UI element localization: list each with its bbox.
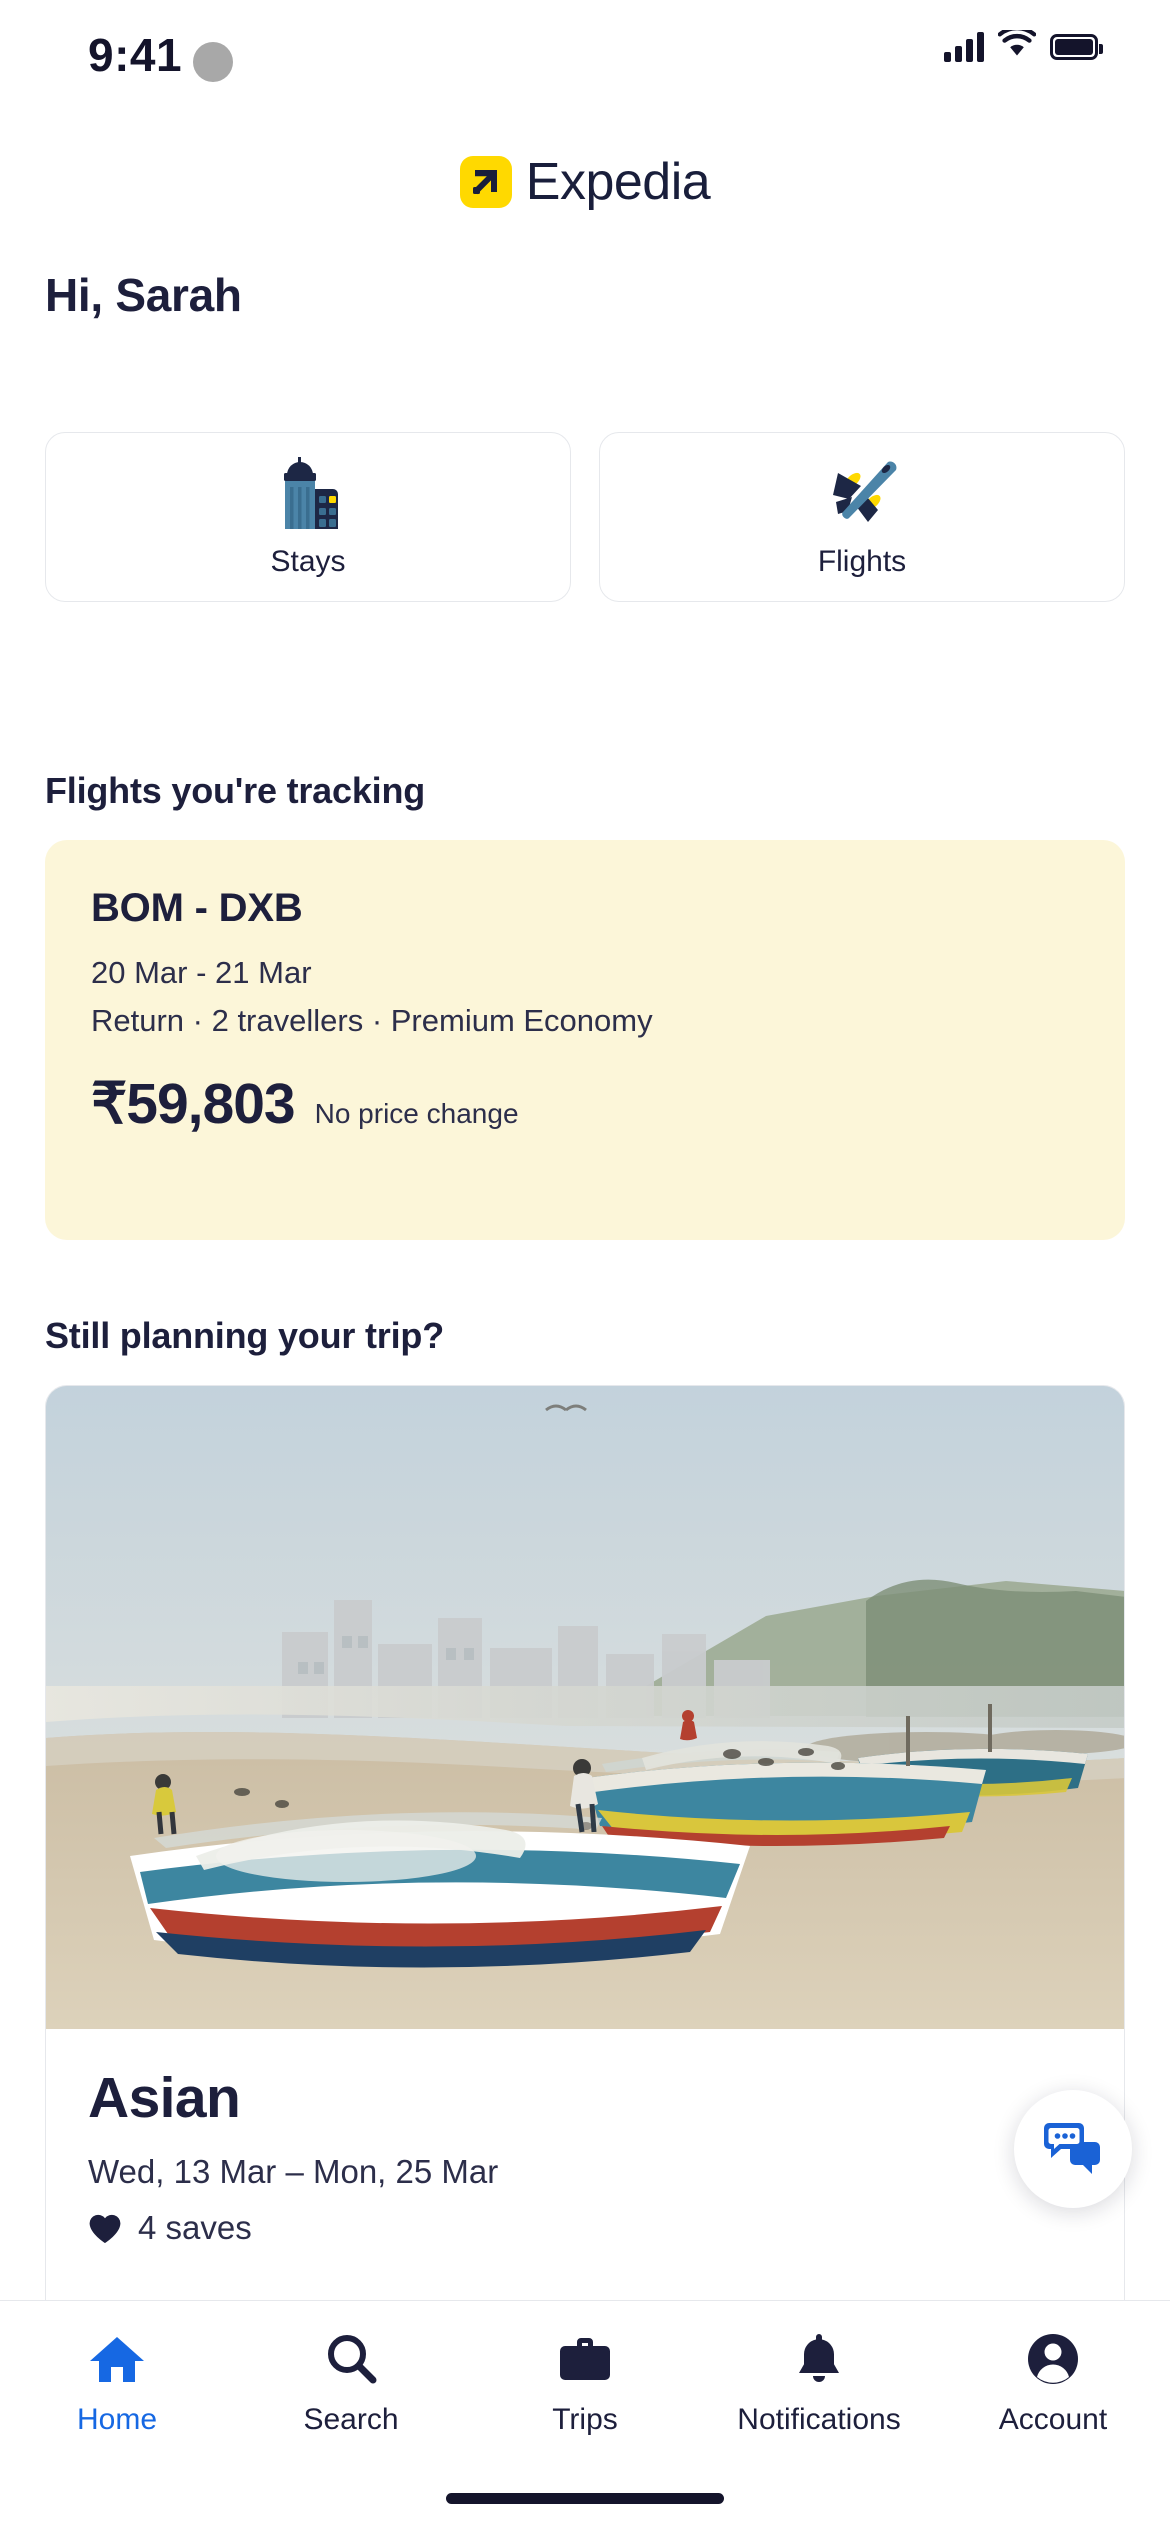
heart-filled-icon (89, 2214, 121, 2243)
status-bar: 9:41 (0, 0, 1170, 128)
flight-price-row: ₹59,803 No price change (91, 1071, 1125, 1137)
trip-saves: 4 saves (88, 2209, 1124, 2247)
chat-fab-button[interactable] (1014, 2090, 1132, 2208)
trip-details: Asian Wed, 13 Mar – Mon, 25 Mar 4 saves (46, 2029, 1124, 2247)
person-circle-icon (1026, 2331, 1080, 2387)
buildings-icon (265, 455, 351, 533)
chat-bubbles-icon (1044, 2123, 1100, 2174)
trip-dates: Wed, 13 Mar – Mon, 25 Mar (88, 2153, 499, 2190)
quick-action-stays[interactable]: Stays (45, 432, 571, 602)
section-heading-planning: Still planning your trip? (45, 1315, 444, 1356)
tab-label: Trips (552, 2403, 618, 2436)
tab-trips[interactable]: Trips (468, 2331, 702, 2437)
tab-home[interactable]: Home (0, 2331, 234, 2437)
tracked-flight-card[interactable]: BOM - DXB 20 Mar - 21 Mar Return · 2 tra… (45, 840, 1125, 1240)
tab-notifications[interactable]: Notifications (702, 2331, 936, 2437)
flight-dates: 20 Mar - 21 Mar (91, 955, 312, 990)
page-title: Hi, Sarah (45, 269, 242, 321)
section-heading-tracking: Flights you're tracking (45, 770, 426, 811)
tab-label: Search (303, 2403, 399, 2436)
app-screen: 9:41 Expedia Hi, Sarah Stays Flights Fli… (0, 0, 1170, 2532)
trip-card[interactable]: Asian Wed, 13 Mar – Mon, 25 Mar 4 saves (45, 1385, 1125, 2395)
flight-price: ₹59,803 (91, 1072, 296, 1136)
bell-icon (793, 2331, 845, 2387)
quick-action-label: Stays (270, 545, 346, 578)
tab-label: Home (76, 2403, 158, 2436)
app-brand: Expedia (0, 152, 1170, 212)
quick-actions: Stays Flights (45, 432, 1125, 602)
quick-action-flights[interactable]: Flights (599, 432, 1125, 602)
status-indicators (944, 26, 1103, 63)
flight-details: Return · 2 travellers · Premium Economy (91, 1003, 653, 1038)
tab-label: Notifications (737, 2403, 901, 2436)
status-time: 9:41 (88, 29, 183, 81)
quick-action-label: Flights (817, 545, 907, 578)
price-change-status: No price change (314, 1098, 519, 1129)
dynamic-island (193, 42, 233, 82)
brand-name: Expedia (525, 153, 711, 211)
trip-saves-label: 4 saves (138, 2209, 252, 2246)
airplane-icon (816, 455, 908, 533)
flight-route: BOM - DXB (91, 886, 303, 930)
cellular-signal-icon (944, 31, 984, 62)
home-indicator (446, 2493, 724, 2504)
search-icon (324, 2331, 378, 2387)
tab-label: Account (998, 2403, 1108, 2436)
tab-account[interactable]: Account (936, 2331, 1170, 2437)
home-icon (89, 2331, 145, 2387)
wifi-icon (997, 26, 1037, 63)
expedia-arrow-logo (459, 156, 512, 208)
briefcase-icon (557, 2331, 613, 2387)
trip-photo (46, 1386, 1124, 2029)
battery-icon (1050, 33, 1103, 60)
trip-title: Asian (88, 2066, 241, 2130)
tab-search[interactable]: Search (234, 2331, 468, 2437)
